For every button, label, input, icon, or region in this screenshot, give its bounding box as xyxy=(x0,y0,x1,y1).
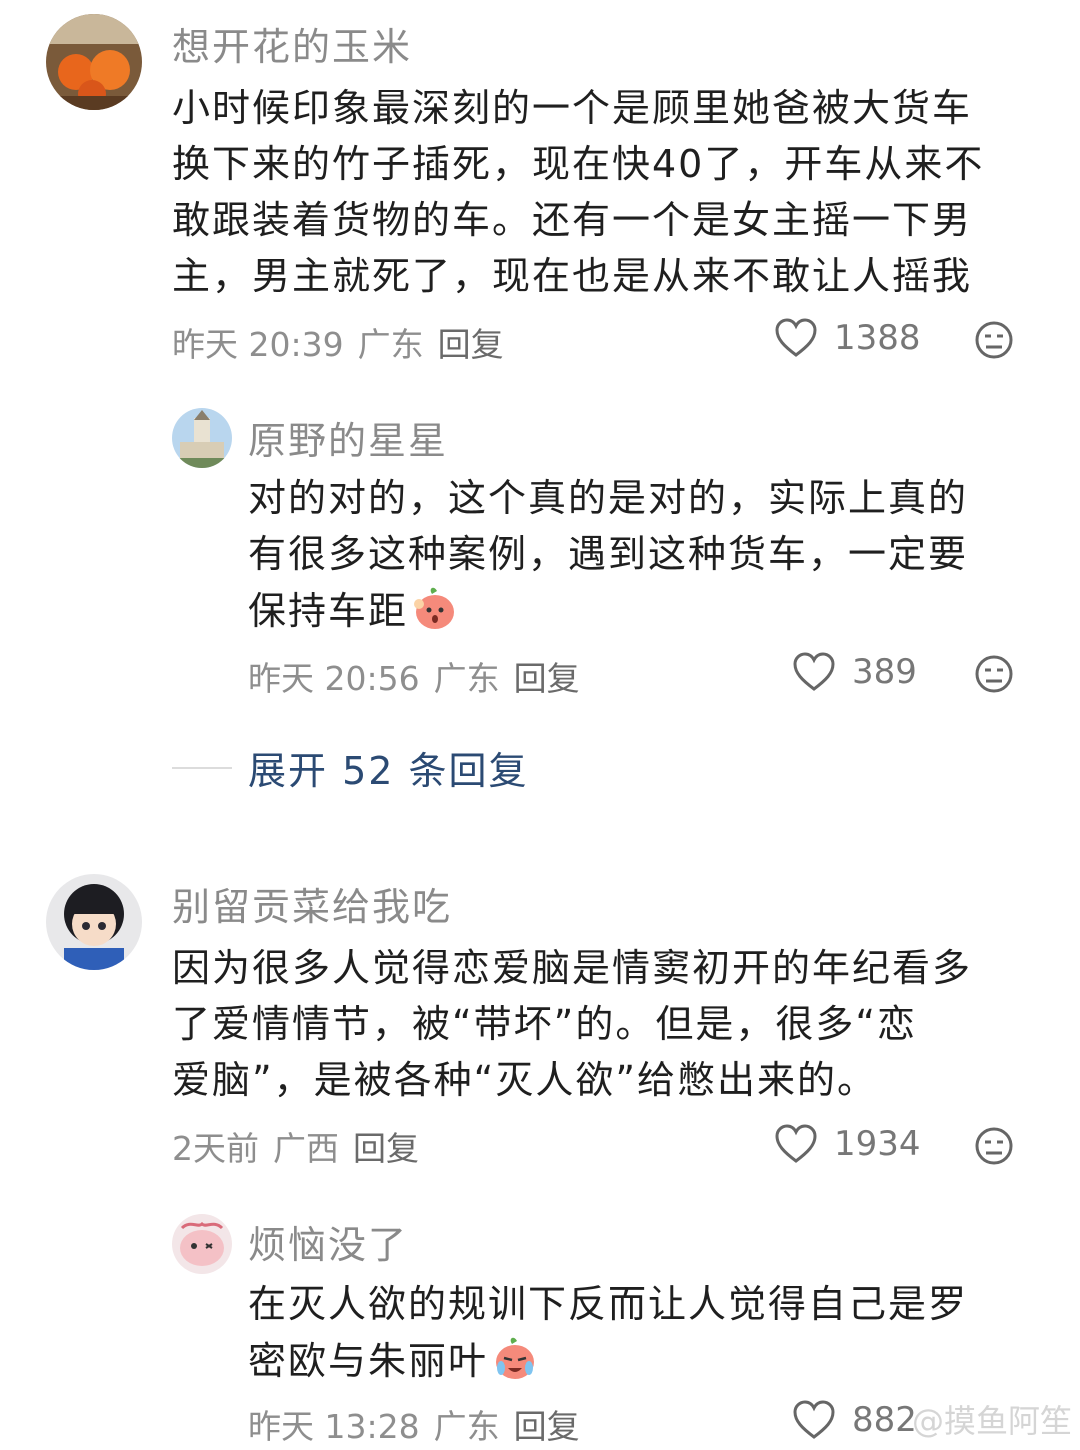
comment-meta: 昨天 20:56 广东 回复 xyxy=(248,652,594,700)
peach-crying-emoji-icon xyxy=(490,1332,540,1397)
heart-icon xyxy=(775,1124,817,1163)
username[interactable]: 别留贡菜给我吃 xyxy=(172,876,452,931)
heart-icon xyxy=(775,318,817,357)
timestamp: 昨天 20:56 xyxy=(248,659,420,698)
heart-icon xyxy=(793,1400,835,1439)
divider xyxy=(172,766,232,769)
comment-text: 小时候印象最深刻的一个是顾里她爸被大货车 换下来的竹子插死，现在快40了，开车从… xyxy=(172,86,985,298)
dislike-button[interactable] xyxy=(974,320,1014,364)
like-button[interactable]: 1388 xyxy=(774,318,921,358)
comment-text: 在灭人欲的规训下反而让人觉得自己是罗 密欧与朱丽叶 xyxy=(248,1276,1048,1397)
comment-text: 对的对的，这个真的是对的，实际上真的 有很多这种案例，遇到这种货车，一定要 保持… xyxy=(248,470,1048,647)
location: 广东 xyxy=(357,325,424,364)
reply-button[interactable]: 回复 xyxy=(353,1129,419,1168)
avatar[interactable] xyxy=(172,1214,232,1274)
expand-replies-button[interactable]: 展开 52 条回复 xyxy=(172,740,529,795)
like-button[interactable]: 882 xyxy=(792,1400,917,1440)
reply-button[interactable]: 回复 xyxy=(438,325,504,364)
meh-face-icon xyxy=(975,321,1013,359)
watermark: @摸鱼阿笙 xyxy=(911,1402,1072,1440)
timestamp: 昨天 13:28 xyxy=(248,1407,420,1446)
comment-meta: 2天前 广西 回复 xyxy=(172,1122,433,1170)
comment-meta: 昨天 13:28 广东 回复 xyxy=(248,1400,594,1448)
heart-icon xyxy=(793,652,835,691)
dislike-button[interactable] xyxy=(974,1126,1014,1170)
like-count: 1388 xyxy=(834,318,921,358)
avatar[interactable] xyxy=(172,408,232,468)
location: 广东 xyxy=(433,1407,500,1446)
location: 广西 xyxy=(273,1129,339,1168)
avatar[interactable] xyxy=(46,14,142,110)
like-count: 882 xyxy=(852,1400,917,1440)
like-count: 389 xyxy=(852,652,917,692)
like-button[interactable]: 1934 xyxy=(774,1124,921,1164)
peach-shocked-emoji-icon xyxy=(410,582,460,647)
like-button[interactable]: 389 xyxy=(792,652,917,692)
timestamp: 昨天 20:39 xyxy=(172,325,344,364)
timestamp: 2天前 xyxy=(172,1129,259,1168)
dislike-button[interactable] xyxy=(974,654,1014,698)
location: 广东 xyxy=(433,659,500,698)
comment-meta: 昨天 20:39 广东 回复 xyxy=(172,318,518,366)
username[interactable]: 想开花的玉米 xyxy=(172,16,412,71)
meh-face-icon xyxy=(975,1127,1013,1165)
username[interactable]: 烦恼没了 xyxy=(248,1214,408,1269)
expand-replies-label[interactable]: 展开 52 条回复 xyxy=(248,740,529,795)
reply-button[interactable]: 回复 xyxy=(514,659,580,698)
reply-button[interactable]: 回复 xyxy=(514,1407,580,1446)
avatar[interactable] xyxy=(46,874,142,970)
comment-text: 因为很多人觉得恋爱脑是情窦初开的年纪看多 了爱情情节，被“带坏”的。但是，很多“… xyxy=(172,946,973,1102)
meh-face-icon xyxy=(975,655,1013,693)
like-count: 1934 xyxy=(834,1124,921,1164)
username[interactable]: 原野的星星 xyxy=(248,410,448,465)
